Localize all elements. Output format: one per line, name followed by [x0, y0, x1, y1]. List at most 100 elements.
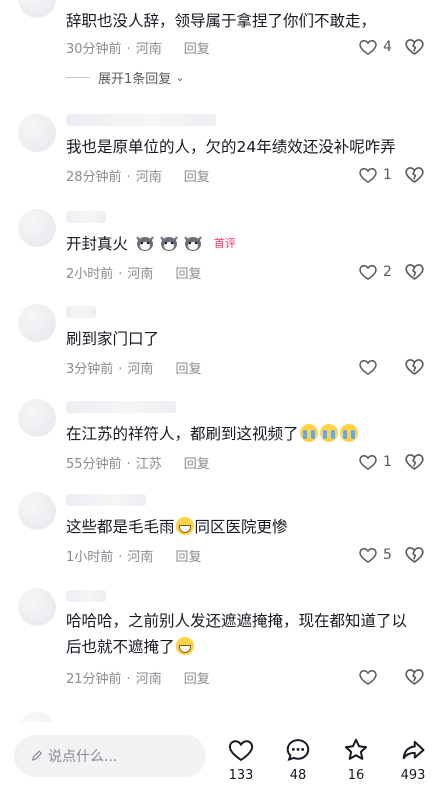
reply-button[interactable]: 回复 [184, 457, 210, 472]
heart-icon [359, 39, 377, 55]
reply-button[interactable]: 回复 [175, 267, 201, 282]
avatar[interactable] [18, 492, 56, 530]
comment-actions: 2 [358, 261, 425, 282]
username[interactable] [66, 401, 176, 413]
chevron-down-icon: ⌄ [175, 71, 185, 84]
comment-input[interactable]: 说点什么... [14, 735, 206, 777]
dislike-button[interactable] [404, 544, 425, 565]
like-count: 1 [383, 166, 392, 183]
comment-text-line-1: 哈哈哈，之前别人发还遮遮掩掩，现在都知道了以 [66, 612, 408, 630]
like-video-button[interactable]: 133 [216, 736, 266, 783]
comment-actions [358, 356, 425, 377]
username[interactable] [66, 494, 146, 506]
username[interactable] [66, 211, 106, 223]
broken-heart-icon [405, 39, 424, 55]
dog-emoji-icon [160, 236, 178, 251]
expand-replies-label: 展开1条回复 [98, 72, 172, 87]
dislike-button[interactable] [404, 666, 425, 687]
heart-icon [359, 359, 377, 375]
avatar[interactable] [18, 0, 56, 18]
comment-text: 我也是原单位的人，欠的24年绩效还没补呢咋弄 [66, 138, 396, 156]
comment-location: 江苏 [135, 457, 162, 472]
comment-time: 21分钟前 [66, 672, 122, 687]
expand-replies[interactable]: 展开1条回复 ⌄ [66, 68, 185, 87]
username[interactable] [66, 590, 106, 602]
like-button[interactable]: 5 [358, 545, 402, 565]
broken-heart-icon [405, 167, 424, 183]
dislike-button[interactable] [404, 36, 425, 57]
reply-button[interactable]: 回复 [184, 170, 210, 185]
pencil-icon [31, 750, 43, 761]
broken-heart-icon [405, 547, 424, 563]
reply-button[interactable]: 回复 [175, 550, 201, 565]
username[interactable] [66, 114, 216, 126]
favorite-button[interactable]: 16 [331, 736, 381, 783]
like-count: 2 [383, 263, 392, 280]
heart-icon [359, 264, 377, 280]
comment-meta: 30分钟前 · 河南 回复 [66, 42, 210, 57]
like-button[interactable]: 4 [358, 37, 402, 57]
heart-icon [359, 669, 377, 685]
comment-text: 哈哈哈，之前别人发还遮遮掩掩，现在都知道了以 后也就不遮掩了 [66, 608, 436, 660]
username[interactable] [66, 306, 96, 318]
avatar[interactable] [18, 304, 56, 342]
comment-time: 28分钟前 [66, 170, 122, 185]
dislike-button[interactable] [404, 164, 425, 185]
comment-location: 河南 [135, 672, 162, 687]
comment-actions: 4 [358, 36, 425, 57]
share-count: 493 [400, 768, 426, 783]
comment-actions: 1 [358, 164, 425, 185]
like-count: 4 [383, 38, 392, 55]
comment-actions: 5 [358, 544, 425, 565]
comment-time: 2小时前 [66, 267, 114, 282]
heart-icon [359, 454, 377, 470]
comment-meta: 28分钟前 · 河南 回复 [66, 170, 210, 185]
comment-time: 1小时前 [66, 550, 114, 565]
comment-time: 55分钟前 [66, 457, 122, 472]
comment-text-line-2: 后也就不遮掩了 [66, 638, 175, 656]
comment-text: 这些都是毛毛雨 同区医院更惨 [66, 516, 288, 538]
heart-icon [359, 167, 377, 183]
share-button[interactable]: 493 [388, 736, 438, 783]
comment-text-content: 开封真火 [66, 235, 129, 253]
avatar[interactable] [18, 114, 56, 152]
grin-emoji-icon [175, 517, 194, 535]
like-button[interactable] [358, 667, 402, 687]
comment-text: 辞职也没人辞，领导属于拿捏了你们不敢走， [66, 12, 377, 30]
dislike-button[interactable] [404, 261, 425, 282]
dislike-button[interactable] [404, 451, 425, 472]
reply-button[interactable]: 回复 [184, 42, 210, 57]
comment-meta: 2小时前 · 河南 回复 [66, 267, 202, 282]
like-video-count: 133 [228, 768, 254, 783]
comment-time: 30分钟前 [66, 42, 122, 57]
broken-heart-icon [405, 264, 424, 280]
comment-meta: 55分钟前 · 江苏 回复 [66, 457, 210, 472]
divider-line [66, 77, 90, 78]
comment-button[interactable]: 48 [273, 736, 323, 783]
like-button[interactable]: 2 [358, 262, 402, 282]
avatar[interactable] [18, 209, 56, 247]
dislike-button[interactable] [404, 356, 425, 377]
bottom-action-bar: 说点什么... 133 48 16 493 [0, 722, 445, 800]
comment-text-before: 这些都是毛毛雨 [66, 518, 175, 536]
like-button[interactable]: 1 [358, 165, 402, 185]
star-icon [344, 738, 368, 760]
reply-button[interactable]: 回复 [184, 672, 210, 687]
dog-emoji-icon [136, 236, 154, 251]
avatar[interactable] [18, 588, 56, 626]
comment-text: 刷到家门口了 [66, 330, 160, 348]
grin-emoji-icon [175, 637, 194, 655]
reply-button[interactable]: 回复 [175, 362, 201, 377]
avatar[interactable] [18, 399, 56, 437]
like-button[interactable]: 1 [358, 452, 402, 472]
crying-emoji-icon [319, 424, 338, 442]
comment-actions: 1 [358, 451, 425, 472]
like-button[interactable] [358, 357, 402, 377]
first-comment-badge: 首评 [213, 237, 236, 250]
comment-location: 河南 [127, 550, 154, 565]
comment-text: 在江苏的祥符人，都刷到这视频了 [66, 423, 359, 445]
heart-icon [359, 547, 377, 563]
comment-input-placeholder: 说点什么... [48, 749, 118, 765]
comment-location: 河南 [135, 42, 162, 57]
comment-bubble-icon [286, 739, 310, 762]
